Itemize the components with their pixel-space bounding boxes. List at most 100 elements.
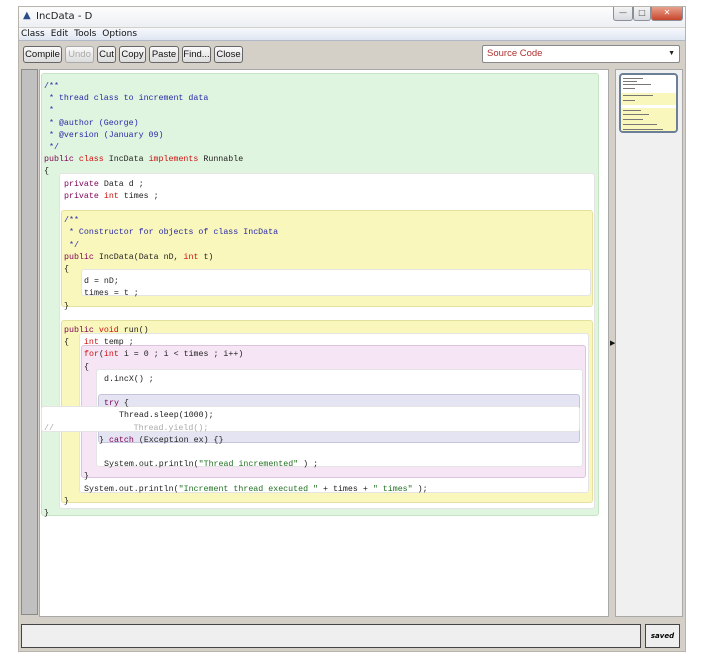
chevron-down-icon: ▼ [668, 50, 675, 57]
code-token: void [98, 326, 124, 335]
code-token: d = nD; [84, 277, 119, 287]
menu-options[interactable]: Options [102, 29, 137, 39]
cut-button[interactable]: Cut [97, 46, 116, 63]
code-token: } [84, 472, 89, 482]
code-token: int [103, 191, 124, 201]
copy-button[interactable]: Copy [119, 46, 146, 63]
menu-tools[interactable]: Tools [74, 29, 96, 39]
menu-class[interactable]: Class [21, 29, 45, 39]
maximize-button[interactable]: □ [633, 7, 651, 21]
saved-indicator: saved [645, 624, 680, 648]
code-token: * Constructor for objects of class IncDa… [64, 228, 279, 238]
code-line: public class IncData implements Runnable [44, 154, 243, 166]
code-line: * @author (George) [44, 118, 139, 130]
code-token: /** [44, 82, 59, 91]
code-line: } [84, 471, 89, 483]
code-token: ) ; [298, 460, 319, 470]
code-line: * thread class to increment data [44, 93, 208, 105]
toolbar: Compile Undo Cut Copy Paste Find... Clos… [19, 45, 685, 67]
code-token: int [183, 252, 204, 262]
code-token: { [123, 399, 129, 409]
code-token: public [64, 326, 99, 335]
code-line: /** [64, 215, 79, 227]
code-token: // Thread.yield(); [44, 423, 209, 433]
code-token: { [64, 338, 84, 348]
code-token: public [64, 252, 99, 262]
code-token: Thread.sleep(1000); [119, 411, 214, 421]
code-line: { int temp ; [64, 337, 134, 349]
code-token: * [44, 106, 54, 116]
code-token: Runnable [203, 155, 244, 165]
code-token: private [64, 191, 104, 201]
code-token: t) [203, 252, 214, 262]
code-line: try { [104, 398, 129, 410]
code-token: private [64, 179, 104, 189]
code-token: for [84, 350, 99, 360]
code-token: { [44, 167, 49, 177]
code-line: private int times ; [64, 191, 159, 203]
code-token: times = t ; [84, 289, 139, 299]
overview-thumbnail[interactable] [619, 73, 678, 133]
code-line: */ [44, 142, 59, 154]
constructor-body-scope [81, 269, 591, 296]
title-bar: ▲ IncData - D — □ ✕ [19, 7, 685, 27]
code-line: */ [64, 240, 79, 252]
code-token: (Exception ex) {} [138, 435, 224, 445]
code-line: * @version (January 09) [44, 130, 164, 142]
code-line: * [44, 105, 54, 117]
code-token: System.out.println( [104, 460, 199, 470]
code-token: Data d ; [103, 179, 144, 189]
code-line: public IncData(Data nD, int t) [64, 252, 213, 264]
line-gutter[interactable] [21, 69, 38, 615]
code-token: + times + [318, 484, 373, 494]
code-token: d.incX() ; [104, 374, 154, 384]
code-overview-panel[interactable] [615, 69, 683, 617]
code-token: i = 0 ; i < times ; i++) [123, 350, 244, 360]
window-title: IncData - D [36, 11, 93, 22]
code-token: times ; [123, 191, 159, 201]
paste-button[interactable]: Paste [149, 46, 179, 63]
code-token: int [83, 338, 104, 348]
close-window-button[interactable]: ✕ [651, 7, 683, 21]
code-line: public void run() [64, 325, 149, 337]
menu-edit[interactable]: Edit [51, 29, 68, 39]
code-line: times = t ; [84, 288, 139, 300]
close-button[interactable]: Close [214, 46, 243, 63]
code-line: d = nD; [84, 276, 119, 288]
view-selector[interactable]: Source Code ▼ [482, 45, 680, 63]
minimize-button[interactable]: — [613, 7, 633, 21]
undo-button[interactable]: Undo [65, 46, 94, 63]
code-token: temp ; [103, 338, 134, 348]
code-token: */ [64, 240, 79, 250]
code-token: { [64, 265, 69, 274]
code-token: catch [108, 435, 139, 445]
code-line: { [84, 362, 89, 374]
code-token: } [44, 509, 49, 518]
code-line: * Constructor for objects of class IncDa… [64, 227, 278, 239]
code-token: System.out.println( [84, 484, 179, 494]
code-line: } [64, 496, 69, 508]
code-token: "Thread incremented" [198, 460, 299, 470]
editor-window: ▲ IncData - D — □ ✕ Class Edit Tools Option… [18, 6, 686, 652]
code-token: IncData [108, 155, 149, 165]
code-editor[interactable]: /** * thread class to increment data * *… [39, 69, 609, 617]
code-line: { [64, 264, 69, 276]
find-button[interactable]: Find... [182, 46, 211, 63]
code-line: System.out.println("Increment thread exe… [84, 484, 428, 496]
code-line: System.out.println("Thread incremented" … [104, 459, 318, 471]
bluej-app-icon: ▲ [23, 10, 31, 21]
code-line: /** [44, 81, 59, 93]
code-token: public [44, 155, 79, 165]
code-line: private Data d ; [64, 179, 144, 191]
compile-button[interactable]: Compile [23, 46, 62, 63]
menu-bar: Class Edit Tools Options [19, 28, 685, 41]
code-token: " times" [372, 484, 413, 494]
code-line: for(int i = 0 ; i < times ; i++) [84, 349, 243, 361]
code-token: run() [123, 326, 149, 335]
code-token: implements [148, 155, 204, 165]
code-token: IncData(Data nD, [98, 252, 184, 262]
code-line: } [64, 301, 69, 313]
code-token: try [104, 399, 124, 409]
code-token: { [84, 362, 89, 372]
code-token: "Increment thread executed " [178, 484, 319, 494]
